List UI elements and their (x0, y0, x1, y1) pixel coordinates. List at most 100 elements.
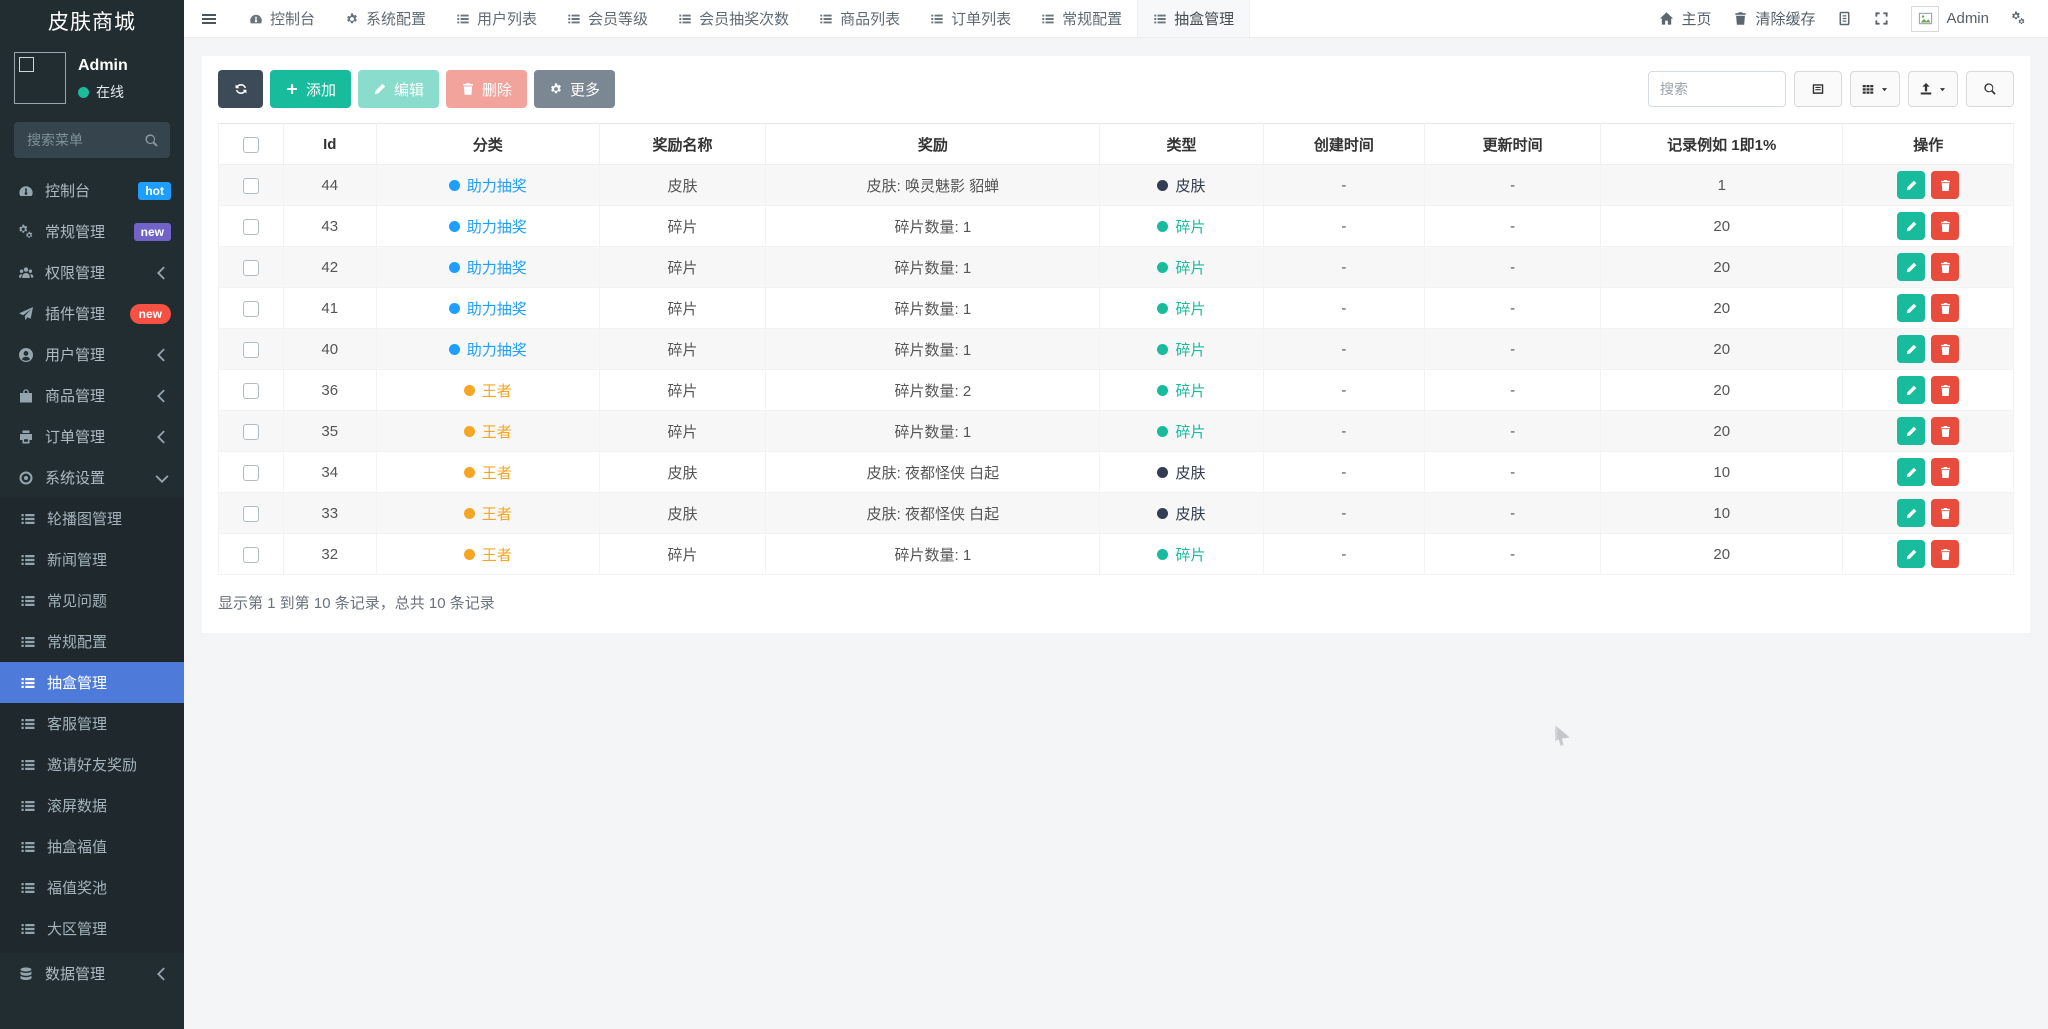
topnav-tab[interactable]: 系统配置 (330, 0, 441, 37)
row-checkbox[interactable] (242, 177, 259, 194)
category-label[interactable]: 助力抽奖 (467, 298, 527, 319)
column-header[interactable]: 更新时间 (1424, 123, 1602, 165)
toggle-view-button[interactable] (1794, 71, 1842, 107)
user-menu[interactable]: Admin (1911, 5, 1989, 32)
columns-button[interactable] (1850, 71, 1900, 107)
sidebar-subitem[interactable]: 抽盒福值 (0, 826, 184, 867)
row-checkbox[interactable] (242, 382, 259, 399)
category-label[interactable]: 助力抽奖 (467, 339, 527, 360)
topnav-tab[interactable]: 会员等级 (552, 0, 663, 37)
list-icon (930, 12, 944, 26)
row-edit-button[interactable] (1897, 212, 1926, 240)
column-header[interactable]: Id (282, 123, 377, 165)
table-search-input[interactable] (1648, 71, 1786, 107)
category-label[interactable]: 助力抽奖 (467, 257, 527, 278)
search-button[interactable] (1966, 71, 2014, 107)
docs-button[interactable] (1837, 11, 1852, 26)
category-label[interactable]: 王者 (482, 544, 512, 565)
category-label[interactable]: 王者 (482, 380, 512, 401)
row-edit-button[interactable] (1897, 376, 1926, 404)
row-checkbox[interactable] (242, 218, 259, 235)
column-header[interactable]: 分类 (375, 123, 600, 165)
row-delete-button[interactable] (1931, 458, 1960, 486)
category-label[interactable]: 王者 (482, 421, 512, 442)
row-edit-button[interactable] (1897, 458, 1926, 486)
row-delete-button[interactable] (1931, 417, 1960, 445)
row-delete-button[interactable] (1931, 212, 1960, 240)
edit-button[interactable]: 编辑 (358, 70, 440, 108)
refresh-button[interactable] (218, 70, 263, 108)
row-checkbox[interactable] (242, 505, 259, 522)
row-checkbox[interactable] (242, 423, 259, 440)
delete-button[interactable]: 删除 (446, 70, 528, 108)
row-delete-button[interactable] (1931, 499, 1960, 527)
add-button[interactable]: 添加 (270, 70, 352, 108)
sidebar-item[interactable]: 系统设置 (0, 457, 184, 498)
category-label[interactable]: 王者 (482, 462, 512, 483)
row-edit-button[interactable] (1897, 335, 1926, 363)
sidebar-subitem[interactable]: 抽盒管理 (0, 662, 184, 703)
topnav-tab[interactable]: 商品列表 (804, 0, 915, 37)
topnav-tab[interactable]: 常规配置 (1026, 0, 1137, 37)
sidebar-subitem[interactable]: 新闻管理 (0, 539, 184, 580)
row-edit-button[interactable] (1897, 294, 1926, 322)
sidebar-subitem[interactable]: 邀请好友奖励 (0, 744, 184, 785)
sidebar-item[interactable]: 数据管理 (0, 953, 184, 994)
sidebar-item[interactable]: 用户管理 (0, 334, 184, 375)
export-button[interactable] (1908, 71, 1958, 107)
sidebar-subitem[interactable]: 大区管理 (0, 908, 184, 949)
column-header[interactable]: 创建时间 (1262, 123, 1426, 165)
menu-search-input[interactable] (25, 131, 144, 149)
more-button[interactable]: 更多 (534, 70, 616, 108)
row-delete-button[interactable] (1931, 376, 1960, 404)
sidebar-subitem[interactable]: 轮播图管理 (0, 498, 184, 539)
sidebar-subitem[interactable]: 福值奖池 (0, 867, 184, 908)
row-checkbox[interactable] (242, 259, 259, 276)
category-label[interactable]: 助力抽奖 (467, 216, 527, 237)
row-edit-button[interactable] (1897, 171, 1926, 199)
list-icon (18, 593, 37, 609)
row-edit-button[interactable] (1897, 540, 1926, 568)
fullscreen-button[interactable] (1874, 11, 1889, 26)
home-link[interactable]: 主页 (1659, 8, 1711, 29)
row-checkbox[interactable] (242, 546, 259, 563)
column-header[interactable]: 类型 (1099, 123, 1264, 165)
sidebar-item[interactable]: 商品管理 (0, 375, 184, 416)
column-header[interactable]: 记录例如 1即1% (1600, 123, 1844, 165)
column-header[interactable]: 奖励 (765, 123, 1101, 165)
sidebar-subitem[interactable]: 常见问题 (0, 580, 184, 621)
sidebar-item[interactable]: 权限管理 (0, 252, 184, 293)
sidebar-subitem[interactable]: 客服管理 (0, 703, 184, 744)
column-header[interactable]: 操作 (1842, 123, 2014, 165)
sidebar-item[interactable]: 常规管理 new (0, 211, 184, 252)
row-select-cell (218, 410, 284, 452)
topnav-tab[interactable]: 订单列表 (915, 0, 1026, 37)
sidebar-item[interactable]: 控制台 hot (0, 170, 184, 211)
row-delete-button[interactable] (1931, 540, 1960, 568)
menu-toggle-button[interactable] (184, 0, 234, 37)
select-all-checkbox[interactable] (242, 136, 259, 153)
row-checkbox[interactable] (242, 300, 259, 317)
row-delete-button[interactable] (1931, 294, 1960, 322)
row-delete-button[interactable] (1931, 335, 1960, 363)
topnav-tab[interactable]: 抽盒管理 (1137, 0, 1251, 37)
row-delete-button[interactable] (1931, 171, 1960, 199)
topnav-tab[interactable]: 用户列表 (441, 0, 552, 37)
sidebar-item[interactable]: 订单管理 (0, 416, 184, 457)
settings-button[interactable] (2011, 11, 2026, 26)
row-edit-button[interactable] (1897, 499, 1926, 527)
row-delete-button[interactable] (1931, 253, 1960, 281)
category-label[interactable]: 助力抽奖 (467, 175, 527, 196)
topnav-tab[interactable]: 会员抽奖次数 (663, 0, 804, 37)
row-checkbox[interactable] (242, 464, 259, 481)
sidebar-item[interactable]: 插件管理 new (0, 293, 184, 334)
row-edit-button[interactable] (1897, 253, 1926, 281)
topnav-tab[interactable]: 控制台 (234, 0, 330, 37)
clear-cache-link[interactable]: 清除缓存 (1733, 8, 1815, 29)
column-header[interactable]: 奖励名称 (598, 123, 767, 165)
row-checkbox[interactable] (242, 341, 259, 358)
category-label[interactable]: 王者 (482, 503, 512, 524)
row-edit-button[interactable] (1897, 417, 1926, 445)
sidebar-subitem[interactable]: 滚屏数据 (0, 785, 184, 826)
sidebar-subitem[interactable]: 常规配置 (0, 621, 184, 662)
